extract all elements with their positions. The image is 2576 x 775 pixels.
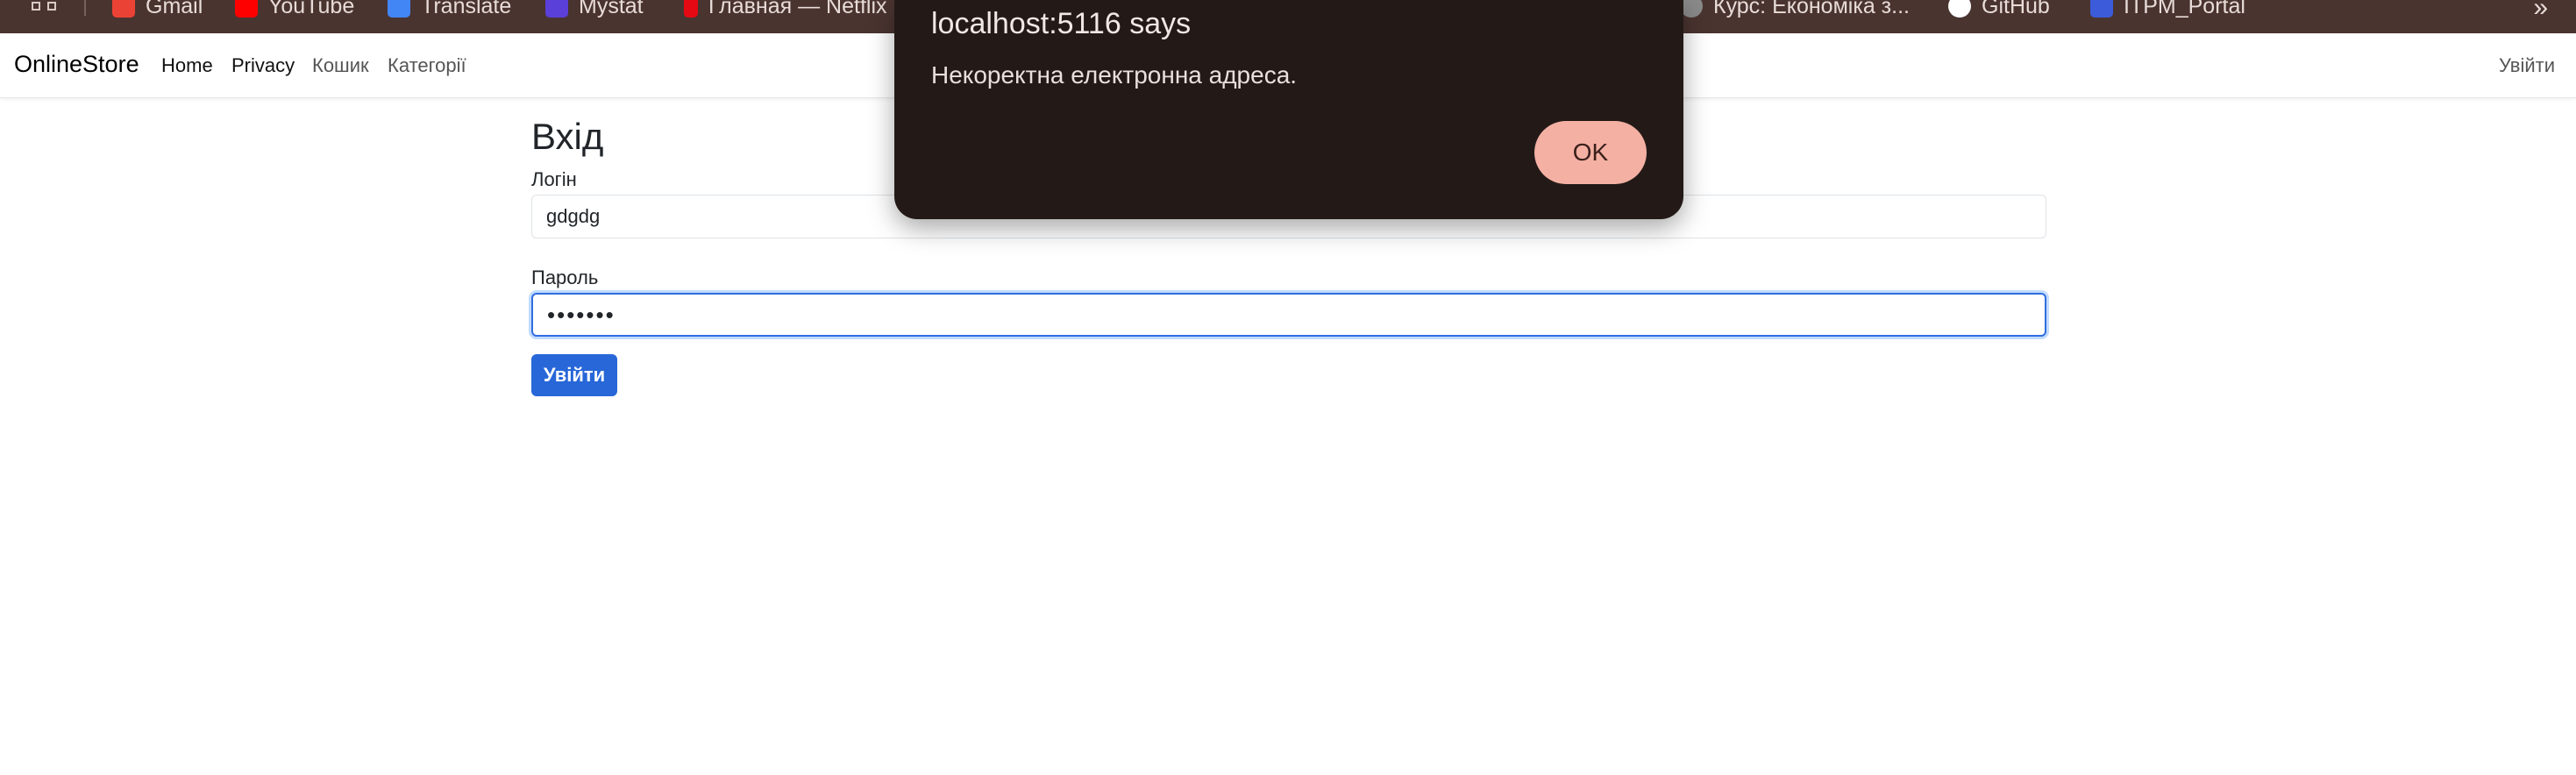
dialog-ok-button[interactable]: OK	[1534, 121, 1647, 184]
nav-login[interactable]: Увійти	[2499, 54, 2555, 77]
password-input-value: •••••••	[547, 301, 616, 328]
login-input-value: gdgdg	[546, 205, 601, 227]
bookmark-label: Mystat	[579, 0, 644, 18]
nav-categories[interactable]: Категорії	[388, 54, 466, 77]
brand-link[interactable]: OnlineStore	[14, 51, 139, 78]
bookmark-label: YouTube	[268, 0, 355, 18]
bookmark-label: Главная — Netflix	[708, 0, 887, 18]
youtube-icon	[235, 0, 258, 18]
netflix-icon	[684, 0, 698, 18]
bookmark-github[interactable]: GitHub	[1948, 0, 2050, 19]
apps-grid-icon[interactable]	[32, 2, 58, 14]
bookmark-label: Translate	[421, 0, 512, 18]
bookmarks-divider	[84, 0, 86, 16]
bookmark-label: Gmail	[146, 0, 203, 18]
nav-home[interactable]: Home	[161, 54, 213, 77]
bookmark-course[interactable]: Курс: Економіка з...	[1680, 0, 1910, 19]
mystat-icon	[545, 0, 568, 18]
bookmark-label: GitHub	[1982, 0, 2050, 18]
login-submit-button[interactable]: Увійти	[531, 354, 617, 396]
bookmark-mystat[interactable]: Mystat	[545, 0, 644, 19]
bookmark-translate[interactable]: Translate	[388, 0, 511, 19]
nav-privacy[interactable]: Privacy	[231, 54, 295, 77]
dialog-title: localhost:5116 says	[931, 7, 1192, 40]
portal-icon	[2090, 0, 2113, 18]
bookmark-gmail[interactable]: Gmail	[112, 0, 203, 19]
password-input[interactable]: •••••••	[531, 293, 2046, 337]
bookmark-label: Курс: Економіка з...	[1713, 0, 1910, 18]
translate-icon	[388, 0, 410, 18]
bookmark-youtube[interactable]: YouTube	[235, 0, 354, 19]
gmail-icon	[112, 0, 135, 18]
nav-cart[interactable]: Кошик	[312, 54, 369, 77]
dialog-message: Некоректна електронна адреса.	[931, 61, 1298, 89]
bookmark-netflix[interactable]: Главная — Netflix	[684, 0, 887, 19]
alert-dialog: localhost:5116 says Некоректна електронн…	[894, 0, 1683, 219]
bookmark-label: ITPM_Portal	[2124, 0, 2245, 18]
bookmarks-overflow-icon[interactable]: »	[2533, 0, 2548, 23]
password-label: Пароль	[531, 267, 599, 288]
github-icon	[1948, 0, 1971, 18]
bookmark-itpm-portal[interactable]: ITPM_Portal	[2090, 0, 2245, 19]
